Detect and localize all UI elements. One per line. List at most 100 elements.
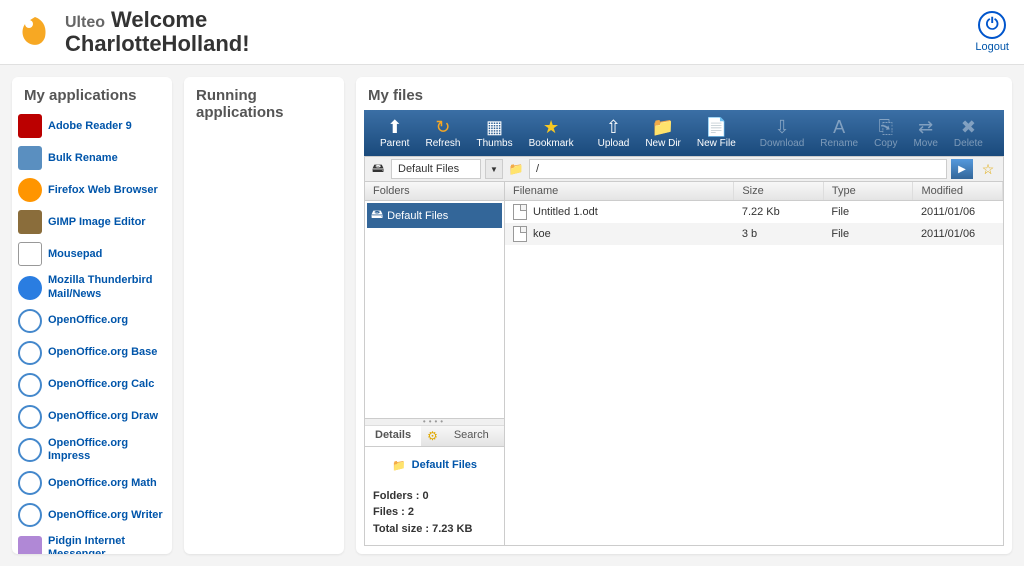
app-label: Mozilla Thunderbird Mail/News bbox=[48, 274, 166, 300]
gear-icon[interactable]: ⚙ bbox=[421, 426, 444, 446]
details-folder-name: Default Files bbox=[412, 459, 477, 471]
logout-button[interactable]: ⏻ Logout bbox=[975, 11, 1009, 53]
app-thunderbird[interactable]: Mozilla Thunderbird Mail/News bbox=[16, 270, 168, 304]
col-filename[interactable]: Filename bbox=[505, 182, 734, 201]
file-toolbar: ⬆Parent ↻Refresh ▦Thumbs ★Bookmark ⇧Uplo… bbox=[364, 110, 1004, 156]
path-bar: 🖴 Default Files ▼ 📁 / ▶ ☆ bbox=[364, 156, 1004, 182]
delete-icon: ✖ bbox=[957, 116, 979, 138]
file-plus-icon: 📄 bbox=[705, 116, 727, 138]
parent-button[interactable]: ⬆Parent bbox=[372, 114, 417, 152]
download-button: ⇩Download bbox=[752, 114, 812, 152]
upload-icon: ⇧ bbox=[602, 116, 624, 138]
file-type: File bbox=[823, 223, 913, 245]
applications-list[interactable]: Adobe Reader 9 Bulk Rename Firefox Web Bro… bbox=[12, 110, 172, 554]
app-ooo-math[interactable]: OpenOffice.org Math bbox=[16, 467, 168, 499]
delete-button: ✖Delete bbox=[946, 114, 991, 152]
welcome-line-1: Welcome bbox=[111, 8, 207, 32]
app-adobe-reader-icon bbox=[18, 114, 42, 138]
drive-icon: 🖴 bbox=[369, 160, 387, 178]
file-row[interactable]: Untitled 1.odt 7.22 KbFile2011/01/06 bbox=[505, 201, 1003, 224]
app-openoffice[interactable]: OpenOffice.org bbox=[16, 305, 168, 337]
file-icon bbox=[513, 226, 527, 242]
my-applications-panel: My applications Adobe Reader 9Bulk Renam… bbox=[12, 77, 172, 554]
app-label: OpenOffice.org Calc bbox=[48, 378, 154, 391]
app-pidgin[interactable]: Pidgin Internet Messenger bbox=[16, 531, 168, 554]
app-ooo-base[interactable]: OpenOffice.org Base bbox=[16, 337, 168, 369]
app-label: OpenOffice.org Base bbox=[48, 346, 157, 359]
go-button[interactable]: ▶ bbox=[951, 159, 973, 179]
refresh-button[interactable]: ↻Refresh bbox=[417, 114, 468, 152]
brand-label: Ulteo bbox=[65, 14, 105, 32]
app-label: GIMP Image Editor bbox=[48, 216, 146, 229]
app-adobe-reader[interactable]: Adobe Reader 9 bbox=[16, 110, 168, 142]
app-bulk-rename-icon bbox=[18, 146, 42, 170]
header: Ulteo Welcome CharlotteHolland! ⏻ Logout bbox=[0, 0, 1024, 65]
app-ooo-calc[interactable]: OpenOffice.org Calc bbox=[16, 369, 168, 401]
upload-button[interactable]: ⇧Upload bbox=[590, 114, 638, 152]
folder-icon: 📁 bbox=[507, 160, 525, 178]
app-label: Adobe Reader 9 bbox=[48, 120, 132, 133]
folders-header: Folders bbox=[365, 182, 504, 201]
app-label: OpenOffice.org Draw bbox=[48, 410, 158, 423]
folder-plus-icon: 📁 bbox=[652, 116, 674, 138]
file-row[interactable]: koe3 bFile2011/01/06 bbox=[505, 223, 1003, 245]
bookmark-star-button[interactable]: ☆ bbox=[977, 159, 999, 179]
app-firefox[interactable]: Firefox Web Browser bbox=[16, 174, 168, 206]
app-thunderbird-icon bbox=[18, 276, 42, 300]
app-gimp-icon bbox=[18, 210, 42, 234]
app-label: Firefox Web Browser bbox=[48, 184, 158, 197]
refresh-icon: ↻ bbox=[432, 116, 454, 138]
col-modified[interactable]: Modified bbox=[913, 182, 1003, 201]
running-applications-title: Running applications bbox=[184, 77, 344, 127]
col-size[interactable]: Size bbox=[734, 182, 824, 201]
copy-icon: ⎘ bbox=[875, 116, 897, 138]
app-mousepad[interactable]: Mousepad bbox=[16, 238, 168, 270]
app-bulk-rename[interactable]: Bulk Rename bbox=[16, 142, 168, 174]
details-tab[interactable]: Details bbox=[365, 426, 421, 446]
bookmark-button[interactable]: ★Bookmark bbox=[521, 114, 582, 152]
my-files-title: My files bbox=[356, 77, 1012, 110]
file-icon bbox=[513, 204, 527, 220]
app-ooo-impress[interactable]: OpenOffice.org Impress bbox=[16, 433, 168, 467]
tree-item-root[interactable]: 🖴 Default Files bbox=[367, 203, 502, 228]
folder-dropdown[interactable]: ▼ bbox=[485, 159, 503, 179]
app-gimp[interactable]: GIMP Image Editor bbox=[16, 206, 168, 238]
app-label: OpenOffice.org Math bbox=[48, 477, 157, 490]
logout-label: Logout bbox=[975, 41, 1009, 53]
arrow-up-icon: ⬆ bbox=[384, 116, 406, 138]
file-size: 7.22 Kb bbox=[734, 201, 824, 224]
app-ooo-writer[interactable]: OpenOffice.org Writer bbox=[16, 499, 168, 531]
app-mousepad-icon bbox=[18, 242, 42, 266]
resize-handle[interactable]: •••• bbox=[365, 419, 504, 426]
drive-icon: 🖴 bbox=[371, 205, 383, 226]
app-label: Pidgin Internet Messenger bbox=[48, 535, 166, 554]
app-ooo-math-icon bbox=[18, 471, 42, 495]
file-modified: 2011/01/06 bbox=[913, 223, 1003, 245]
app-ooo-writer-icon bbox=[18, 503, 42, 527]
file-modified: 2011/01/06 bbox=[913, 201, 1003, 224]
copy-button: ⎘Copy bbox=[866, 114, 905, 152]
col-type[interactable]: Type bbox=[823, 182, 913, 201]
app-label: OpenOffice.org Impress bbox=[48, 437, 166, 463]
move-button: ⇄Move bbox=[905, 114, 945, 152]
rename-icon: A bbox=[828, 116, 850, 138]
ulteo-logo-icon bbox=[15, 12, 55, 52]
app-ooo-draw[interactable]: OpenOffice.org Draw bbox=[16, 401, 168, 433]
app-label: OpenOffice.org Writer bbox=[48, 509, 163, 522]
app-label: Bulk Rename bbox=[48, 152, 118, 165]
thumbs-icon: ▦ bbox=[484, 116, 506, 138]
folder-icon: 📁 bbox=[392, 459, 406, 472]
current-folder-name[interactable]: Default Files bbox=[391, 159, 481, 179]
app-firefox-icon bbox=[18, 178, 42, 202]
thumbs-button[interactable]: ▦Thumbs bbox=[468, 114, 520, 152]
path-input[interactable]: / bbox=[529, 159, 947, 179]
search-tab[interactable]: Search bbox=[444, 426, 499, 446]
app-openoffice-icon bbox=[18, 309, 42, 333]
file-name: koe bbox=[533, 228, 551, 240]
file-type: File bbox=[823, 201, 913, 224]
welcome-line-2: CharlotteHolland! bbox=[65, 32, 250, 56]
new-file-button[interactable]: 📄New File bbox=[689, 114, 744, 152]
power-icon: ⏻ bbox=[978, 11, 1006, 39]
file-name: Untitled 1.odt bbox=[533, 206, 598, 218]
new-dir-button[interactable]: 📁New Dir bbox=[637, 114, 689, 152]
